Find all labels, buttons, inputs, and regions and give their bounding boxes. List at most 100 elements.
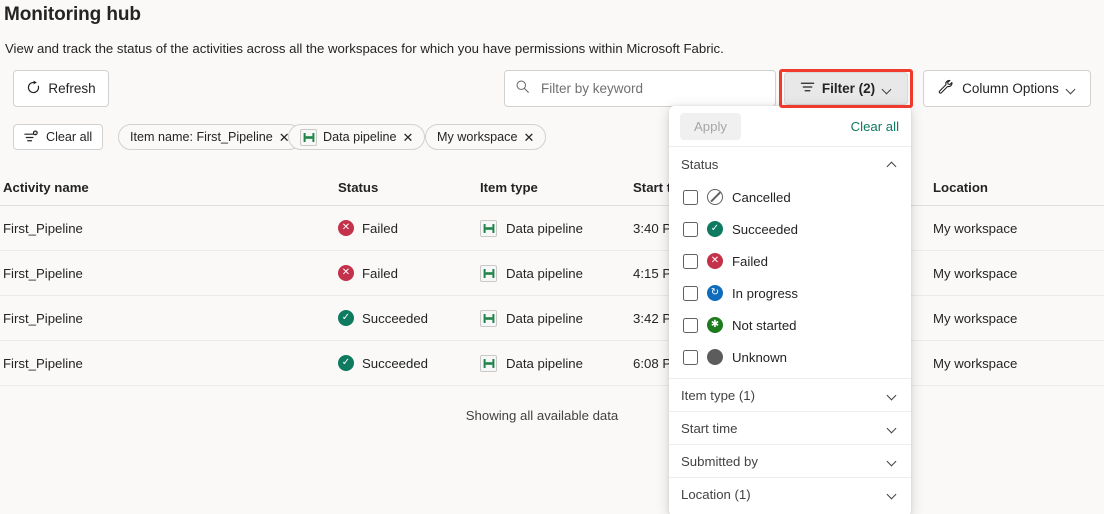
- status-succeeded-icon: ✓: [707, 221, 723, 237]
- data-pipeline-icon: [300, 128, 317, 146]
- filter-section-title: Location (1): [681, 486, 751, 502]
- cell-status-label: Failed: [362, 220, 398, 236]
- chevron-down-icon: [1066, 84, 1076, 94]
- cell-item-type-label: Data pipeline: [506, 265, 583, 281]
- filter-option-failed[interactable]: ✕ Failed: [669, 245, 911, 277]
- monitoring-hub-page: Monitoring hub View and track the status…: [0, 0, 1104, 514]
- cell-status-label: Succeeded: [362, 310, 428, 326]
- filter-label: Filter (2): [821, 81, 876, 96]
- close-icon[interactable]: ✕: [403, 131, 414, 144]
- cell-status-label: Succeeded: [362, 355, 428, 371]
- column-header-status[interactable]: Status: [338, 180, 480, 195]
- status-failed-icon: ✕: [338, 220, 354, 236]
- filter-option-cancelled[interactable]: Cancelled: [669, 181, 911, 213]
- table-row[interactable]: First_Pipeline ✕ Failed Data pipeline 3:…: [0, 206, 1104, 251]
- cell-status: ✓ Succeeded: [338, 355, 480, 371]
- filter-option-label: Failed: [732, 253, 768, 269]
- checkbox[interactable]: [683, 253, 698, 269]
- filter-chip-data-pipeline[interactable]: Data pipeline ✕: [288, 124, 426, 150]
- filter-section-status-header[interactable]: Status: [669, 147, 911, 181]
- data-pipeline-icon: [480, 219, 497, 237]
- chevron-down-icon: [887, 456, 897, 466]
- filter-section-title: Start time: [681, 420, 738, 436]
- filter-option-in-progress[interactable]: ↻ In progress: [669, 277, 911, 309]
- clear-all-link[interactable]: Clear all: [851, 119, 899, 134]
- filter-section-status-title: Status: [681, 156, 719, 172]
- filter-chip-my-workspace[interactable]: My workspace ✕: [425, 124, 547, 150]
- search-input[interactable]: [539, 80, 765, 97]
- table-row[interactable]: First_Pipeline ✕ Failed Data pipeline 4:…: [0, 251, 1104, 296]
- filter-chip-item-name[interactable]: Item name: First_Pipeline ✕: [118, 124, 302, 150]
- status-failed-icon: ✕: [707, 253, 723, 269]
- column-header-item-type[interactable]: Item type: [480, 180, 633, 195]
- refresh-icon: [26, 80, 41, 98]
- status-failed-icon: ✕: [338, 265, 354, 281]
- column-header-location[interactable]: Location: [933, 180, 1101, 195]
- clear-filter-icon: [24, 130, 39, 144]
- table-header-row: Activity name Status Item type Start tim…: [0, 170, 1104, 206]
- page-subtitle: View and track the status of the activit…: [5, 41, 724, 56]
- filter-section-title: Item type (1): [681, 387, 756, 403]
- cell-status: ✕ Failed: [338, 265, 480, 281]
- search-icon: [515, 79, 530, 99]
- cell-item-type: Data pipeline: [480, 264, 633, 282]
- cell-item-type-label: Data pipeline: [506, 310, 583, 326]
- filter-button[interactable]: Filter (2): [784, 72, 908, 105]
- clear-all-label: Clear all: [46, 130, 93, 144]
- status-succeeded-icon: ✓: [338, 355, 354, 371]
- filter-flyout-panel: Apply Clear all Status Cancelled ✓ Succe…: [669, 106, 911, 514]
- chevron-down-icon: [887, 423, 897, 433]
- cell-item-type-label: Data pipeline: [506, 355, 583, 371]
- close-icon[interactable]: ✕: [523, 131, 534, 144]
- filter-chip-label: Data pipeline: [323, 130, 397, 144]
- data-pipeline-icon: [480, 354, 497, 372]
- filter-section-status-options: Cancelled ✓ Succeeded ✕ Failed ↻ In prog…: [669, 181, 911, 378]
- filter-section-start-time-header[interactable]: Start time: [669, 411, 911, 444]
- page-title: Monitoring hub: [4, 4, 141, 25]
- filter-section-submitted-by-header[interactable]: Submitted by: [669, 444, 911, 477]
- filter-option-unknown[interactable]: Unknown: [669, 341, 911, 373]
- checkbox[interactable]: [683, 285, 698, 301]
- apply-button[interactable]: Apply: [680, 112, 741, 140]
- filter-icon: [800, 80, 815, 97]
- wrench-icon: [938, 79, 955, 99]
- cell-status: ✓ Succeeded: [338, 310, 480, 326]
- checkbox[interactable]: [683, 317, 698, 333]
- data-pipeline-icon: [480, 264, 497, 282]
- chevron-down-icon: [887, 390, 897, 400]
- cell-activity-name[interactable]: First_Pipeline: [0, 266, 338, 281]
- cell-item-type: Data pipeline: [480, 309, 633, 327]
- filter-option-label: Cancelled: [732, 189, 791, 205]
- search-box[interactable]: [504, 70, 776, 107]
- cell-activity-name[interactable]: First_Pipeline: [0, 311, 338, 326]
- chevron-down-icon: [887, 489, 897, 499]
- filter-chip-label: Item name: First_Pipeline: [130, 130, 273, 144]
- data-pipeline-icon: [480, 309, 497, 327]
- filter-option-not-started[interactable]: ✱ Not started: [669, 309, 911, 341]
- filter-option-succeeded[interactable]: ✓ Succeeded: [669, 213, 911, 245]
- checkbox[interactable]: [683, 189, 698, 205]
- filter-option-label: Succeeded: [732, 221, 798, 237]
- table-row[interactable]: First_Pipeline ✓ Succeeded Data pipeline…: [0, 296, 1104, 341]
- cell-status: ✕ Failed: [338, 220, 480, 236]
- cell-item-type: Data pipeline: [480, 219, 633, 237]
- filter-flyout-actions: Apply Clear all: [669, 106, 911, 147]
- status-unknown-icon: [707, 349, 723, 365]
- filter-section-location-header[interactable]: Location (1): [669, 477, 911, 510]
- clear-all-filters-button[interactable]: Clear all: [13, 124, 104, 150]
- cell-activity-name[interactable]: First_Pipeline: [0, 221, 338, 236]
- refresh-label: Refresh: [48, 81, 96, 96]
- column-header-activity-name[interactable]: Activity name: [0, 180, 338, 195]
- filter-section-item-type-header[interactable]: Item type (1): [669, 378, 911, 411]
- command-bar: Refresh Filter (2): [0, 70, 1104, 108]
- flyout-bottom-padding: [669, 510, 911, 514]
- refresh-button[interactable]: Refresh: [13, 70, 109, 107]
- checkbox[interactable]: [683, 221, 698, 237]
- cell-location: My workspace: [933, 265, 1018, 281]
- cell-activity-name[interactable]: First_Pipeline: [0, 356, 338, 371]
- cell-status-label: Failed: [362, 265, 398, 281]
- cell-location: My workspace: [933, 220, 1018, 236]
- table-row[interactable]: First_Pipeline ✓ Succeeded Data pipeline…: [0, 341, 1104, 386]
- checkbox[interactable]: [683, 349, 698, 365]
- column-options-button[interactable]: Column Options: [923, 70, 1091, 107]
